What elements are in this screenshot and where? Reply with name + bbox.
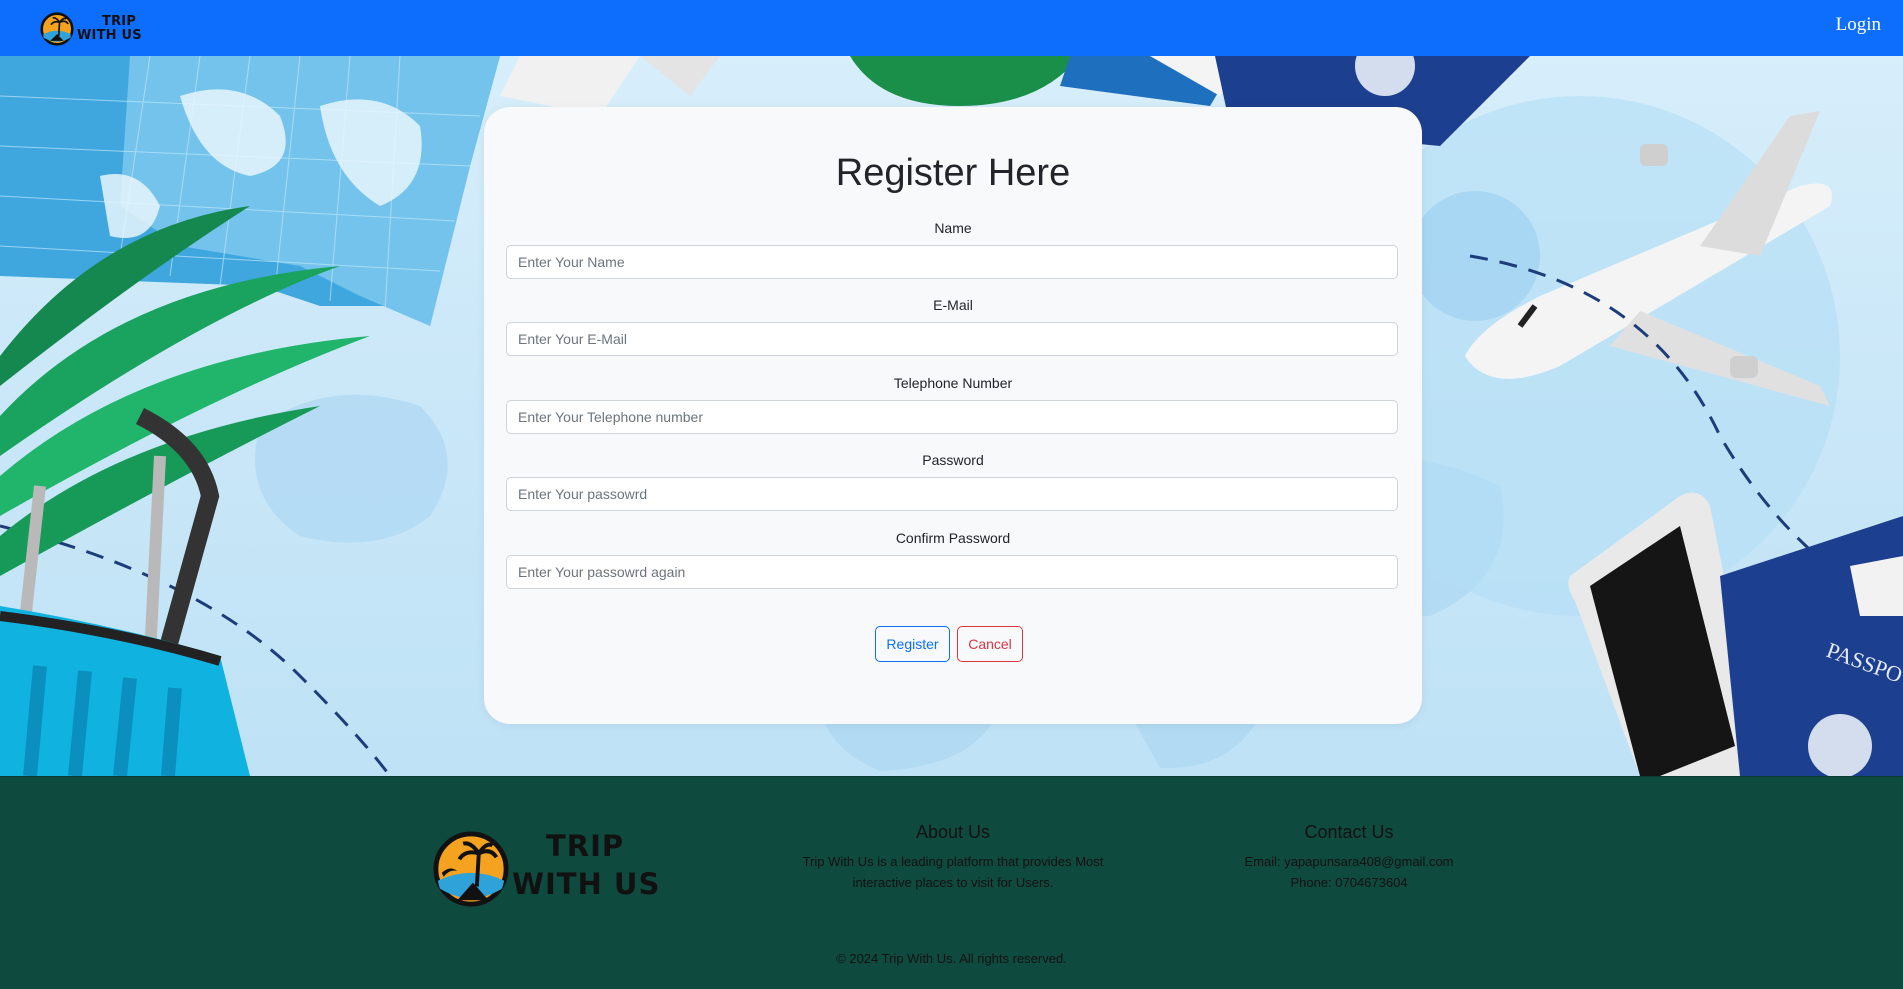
logo-line-2: WITH US [77,28,142,43]
footer-logo-line-1: TRIP [546,829,625,863]
email-label: E-Mail [933,297,973,313]
password-label: Password [922,452,984,468]
footer: TRIP WITH US About Us Trip With Us is a … [0,776,1903,989]
password-input[interactable] [506,477,1398,511]
confirm-password-input[interactable] [506,555,1398,589]
contact-email: Email: yapapunsara408@gmail.com [1244,854,1454,869]
footer-logo-emblem-icon [433,831,509,907]
logo-wordmark: TRIP WITH US [72,15,142,43]
navbar: TRIP WITH US Login [0,0,1903,56]
login-link[interactable]: Login [1836,14,1881,36]
footer-logo-line-2: WITH US [512,867,661,901]
name-input[interactable] [506,245,1398,279]
cancel-button[interactable]: Cancel [957,626,1023,662]
logo-emblem-icon [40,12,74,46]
register-card: Register Here Name E-Mail Telephone Numb… [484,107,1422,724]
page-title: Register Here [835,152,1071,194]
footer-logo-wordmark: TRIP WITH US [512,827,660,903]
about-section: About Us Trip With Us is a leading platf… [778,821,1128,893]
about-title: About Us [915,822,991,842]
contact-phone: Phone: 0704673604 [1290,875,1408,890]
footer-logo: TRIP WITH US [432,827,687,909]
logo-line-1: TRIP [102,14,137,29]
copyright-text: © 2024 Trip With Us. All rights reserved… [836,951,1067,966]
telephone-label: Telephone Number [893,375,1013,391]
confirm-password-label: Confirm Password [895,530,1011,546]
brand-logo[interactable]: TRIP WITH US [40,10,150,48]
email-input[interactable] [506,322,1398,356]
name-label: Name [934,220,972,236]
register-button[interactable]: Register [875,626,950,662]
telephone-input[interactable] [506,400,1398,434]
contact-title: Contact Us [1304,822,1394,842]
contact-section: Contact Us Email: yapapunsara408@gmail.c… [1200,821,1498,893]
about-text: Trip With Us is a leading platform that … [802,854,1104,890]
